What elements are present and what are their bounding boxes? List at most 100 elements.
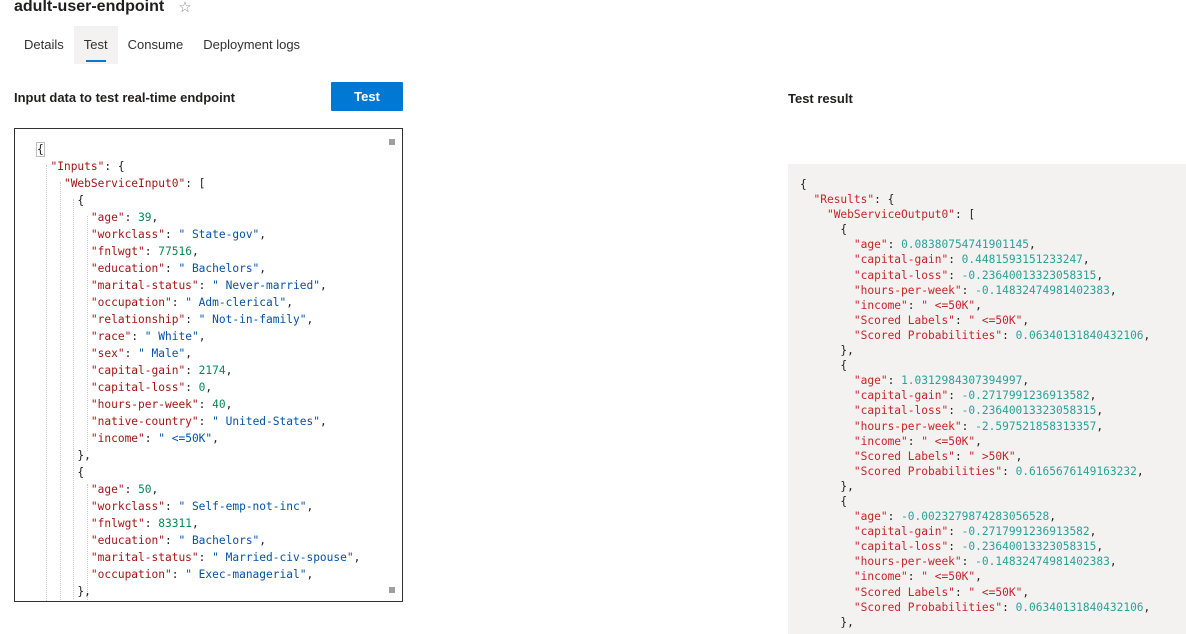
tab-details[interactable]: Details	[14, 26, 74, 64]
json-array-key: "WebServiceOutput0"	[826, 208, 955, 222]
json-key: "Scored Labels"	[853, 449, 955, 463]
json-value: " <=50K"	[921, 570, 976, 584]
json-value: " State-gov"	[178, 228, 260, 241]
json-key: "income"	[90, 432, 145, 445]
json-value: " Adm-clerical"	[185, 296, 287, 309]
json-key: "relationship"	[90, 313, 186, 326]
json-key: "hours-per-week"	[853, 555, 962, 569]
json-key: "capital-gain"	[853, 389, 949, 403]
json-key: "capital-loss"	[90, 381, 186, 394]
json-key: "native-country"	[90, 415, 199, 428]
json-value: " <=50K"	[968, 585, 1023, 599]
json-key: "age"	[853, 510, 888, 524]
json-value: " >50K"	[968, 449, 1016, 463]
test-button[interactable]: Test	[331, 82, 403, 111]
json-key: "age"	[853, 374, 888, 388]
json-value: 0.06340131840432106	[1015, 328, 1144, 342]
json-value: " Self-emp-not-inc"	[178, 500, 307, 513]
json-value: -0.23640013323058315	[961, 268, 1097, 282]
json-value: " Not-in-family"	[198, 313, 307, 326]
test-result-panel: { "Results": { "WebServiceOutput0": [ { …	[788, 164, 1186, 634]
json-value: -0.14832474981402383	[975, 283, 1110, 297]
json-key: "capital-loss"	[853, 404, 949, 418]
json-value: -0.2717991236913582	[961, 389, 1090, 403]
json-value: 77516	[158, 245, 192, 258]
json-value: " <=50K"	[158, 432, 213, 445]
tab-bar: Details Test Consume Deployment logs	[14, 26, 310, 64]
json-key: "sex"	[90, 347, 125, 360]
json-key: "capital-gain"	[853, 525, 949, 539]
json-key: "Scored Probabilities"	[853, 600, 1003, 614]
json-key: "Scored Labels"	[853, 313, 955, 327]
json-value: " Never-married"	[212, 279, 320, 292]
json-key: "capital-loss"	[853, 540, 949, 554]
json-key: "marital-status"	[90, 551, 199, 564]
json-brace: {	[800, 178, 807, 191]
json-value: -0.14832474981402383	[975, 555, 1110, 569]
json-value: -0.0023279874283056528	[901, 510, 1050, 524]
json-value: " Bachelors"	[178, 534, 260, 547]
json-key: "Scored Labels"	[853, 585, 955, 599]
json-root-key: "Results"	[813, 193, 875, 207]
tab-consume[interactable]: Consume	[118, 26, 194, 64]
editor-scrollbar[interactable]	[388, 139, 396, 593]
input-json-code[interactable]: { "Inputs": { "WebServiceInput0": [ { "a…	[36, 141, 360, 600]
json-value: -0.23640013323058315	[961, 404, 1097, 418]
json-value: 40	[212, 398, 226, 411]
json-value: " <=50K"	[968, 313, 1023, 327]
json-key: "marital-status"	[90, 279, 199, 292]
input-section-label: Input data to test real-time endpoint	[14, 90, 236, 105]
json-value: " Married-civ-spouse"	[212, 551, 354, 564]
json-value: " United-States"	[212, 415, 320, 428]
json-key: "age"	[853, 238, 888, 252]
json-key: "fnlwgt"	[90, 517, 145, 530]
json-key: "income"	[853, 434, 908, 448]
json-value: 50	[138, 483, 152, 496]
json-key: "hours-per-week"	[853, 283, 962, 297]
json-value: 0.06340131840432106	[1015, 600, 1144, 614]
json-key: "workclass"	[90, 228, 165, 241]
json-key: "hours-per-week"	[90, 398, 199, 411]
tab-test[interactable]: Test	[73, 26, 118, 64]
json-value: 83311	[158, 517, 192, 530]
json-key: "capital-gain"	[853, 253, 949, 267]
json-key: "capital-gain"	[90, 364, 186, 377]
json-root-key: "Inputs"	[50, 160, 105, 173]
json-key: "age"	[90, 483, 125, 496]
page-title: adult-user-endpoint	[14, 0, 165, 15]
star-icon[interactable]: ☆	[178, 0, 191, 16]
json-value: " <=50K"	[921, 434, 976, 448]
json-value: " Male"	[138, 347, 186, 360]
json-key: "hours-per-week"	[853, 419, 962, 433]
json-key: "capital-loss"	[853, 268, 949, 282]
json-key: "Scored Probabilities"	[853, 328, 1003, 342]
json-key: "race"	[90, 330, 132, 343]
json-value: 1.0312984307394997	[901, 374, 1023, 388]
json-key: "income"	[853, 570, 908, 584]
json-key: "occupation"	[90, 568, 172, 581]
json-value: " White"	[144, 330, 199, 343]
json-value: " <=50K"	[921, 298, 976, 312]
json-value: -2.597521858313357	[975, 419, 1097, 433]
json-value: " Exec-managerial"	[185, 568, 307, 581]
json-value: 39	[138, 211, 152, 224]
json-key: "age"	[90, 211, 125, 224]
tab-deployment-logs[interactable]: Deployment logs	[193, 26, 310, 64]
json-key: "Scored Probabilities"	[853, 464, 1003, 478]
json-key: "education"	[90, 262, 165, 275]
json-value: 2174	[198, 364, 226, 377]
json-value: -0.2717991236913582	[961, 525, 1090, 539]
result-json-code: { "Results": { "WebServiceOutput0": [ { …	[800, 178, 1151, 629]
input-json-editor[interactable]: { "Inputs": { "WebServiceInput0": [ { "a…	[14, 128, 403, 602]
json-brace: {	[36, 142, 45, 157]
json-value: 0.4481593151233247	[961, 253, 1083, 267]
json-array-key: "WebServiceInput0"	[63, 177, 186, 190]
result-section-label: Test result	[788, 91, 853, 106]
json-key: "occupation"	[90, 296, 172, 309]
json-key: "workclass"	[90, 500, 165, 513]
scroll-up-icon[interactable]	[389, 139, 395, 145]
json-value: " Bachelors"	[178, 262, 260, 275]
title-row: adult-user-endpoint ☆	[14, 0, 192, 20]
json-value: 0.08380754741901145	[901, 238, 1030, 252]
scroll-down-icon[interactable]	[389, 587, 395, 593]
